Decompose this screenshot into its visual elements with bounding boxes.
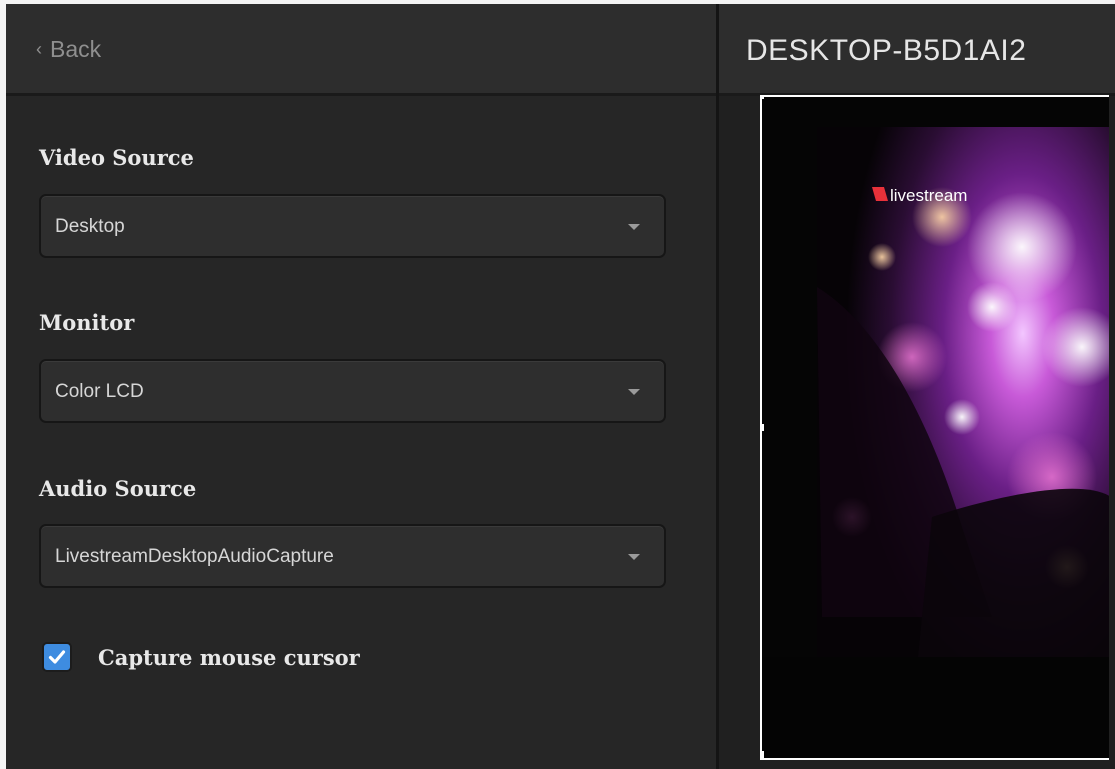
back-button[interactable]: ‹ Back (36, 36, 101, 63)
preview-header: DESKTOP-B5D1AI2 (719, 4, 1115, 96)
capture-cursor-checkbox[interactable] (42, 642, 72, 672)
brand-logo-text: livestream (890, 186, 967, 205)
desktop-preview-frame[interactable]: livestream (760, 95, 1109, 760)
monitor-dropdown[interactable]: Color LCD (39, 359, 666, 423)
chevron-left-icon: ‹ (36, 38, 42, 59)
audio-source-label: Audio Source (39, 476, 197, 501)
source-settings-panel: ‹ Back Video Source Desktop Monitor Colo… (6, 4, 716, 769)
audio-source-value: LivestreamDesktopAudioCapture (55, 546, 334, 567)
resize-handle-left[interactable] (762, 424, 764, 431)
caret-down-icon (628, 389, 640, 395)
back-label: Back (50, 36, 102, 62)
video-source-value: Desktop (55, 216, 125, 237)
video-source-label: Video Source (39, 145, 194, 170)
resize-handle-top-left[interactable] (762, 97, 764, 99)
checkmark-icon (48, 650, 66, 664)
capture-cursor-label: Capture mouse cursor (98, 644, 360, 670)
monitor-value: Color LCD (55, 381, 144, 402)
caret-down-icon (628, 554, 640, 560)
caret-down-icon (628, 224, 640, 230)
device-title: DESKTOP-B5D1AI2 (746, 34, 1027, 67)
monitor-label: Monitor (39, 310, 135, 335)
capture-cursor-option[interactable]: Capture mouse cursor (42, 642, 360, 672)
audio-source-dropdown[interactable]: LivestreamDesktopAudioCapture (39, 524, 666, 588)
preview-image: livestream (762, 97, 1109, 758)
settings-header: ‹ Back (6, 4, 716, 96)
resize-handle-bottom-left[interactable] (762, 751, 764, 758)
video-source-dropdown[interactable]: Desktop (39, 194, 666, 258)
